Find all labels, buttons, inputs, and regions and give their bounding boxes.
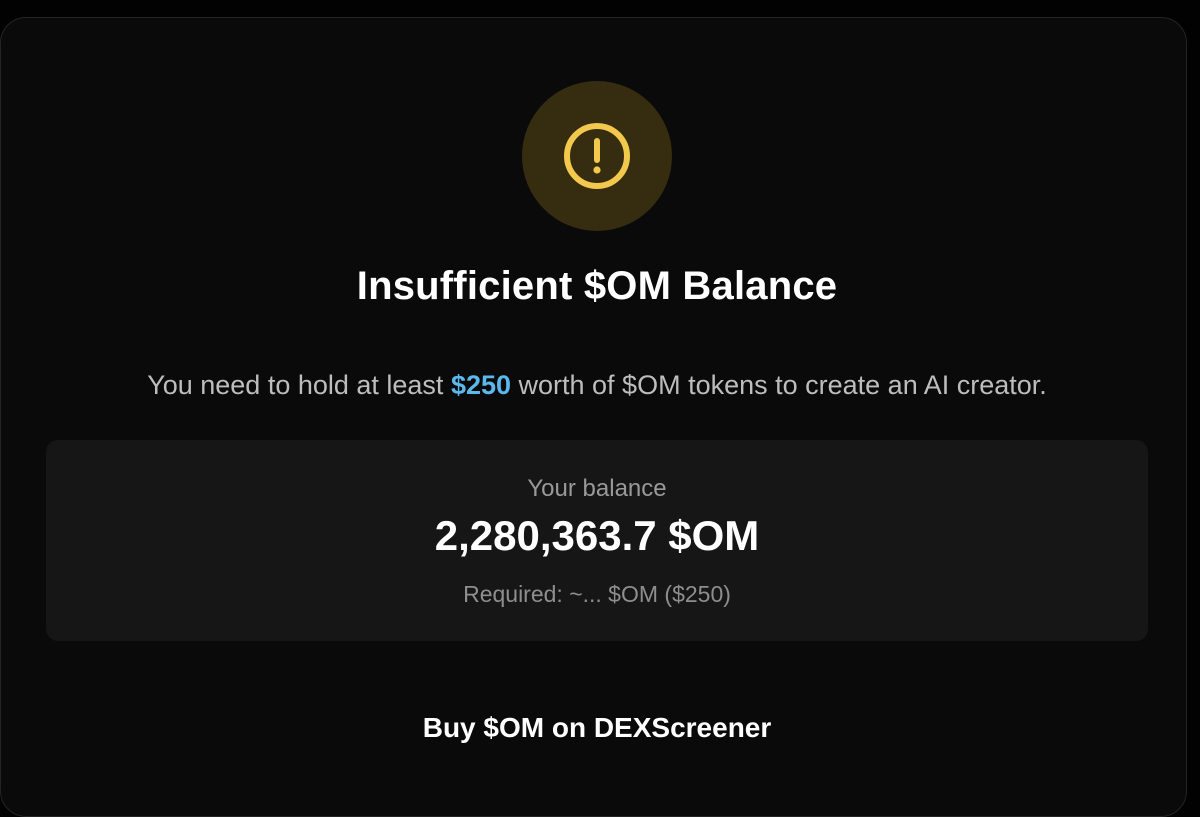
buy-om-button[interactable]: Buy $OM on DEXScreener [397,698,797,758]
balance-value: 2,280,363.7 $OM [434,512,760,559]
description-text-after: worth of $OM tokens to create an AI crea… [511,370,1047,400]
required-amount-text: Required: ~... $OM ($250) [463,581,731,607]
balance-card: Your balance 2,280,363.7 $OM Required: ~… [46,440,1148,641]
modal-title: Insufficient $OM Balance [356,264,838,308]
requirement-description: You need to hold at least $250 worth of … [1,370,1193,401]
required-amount: $250 [450,370,512,400]
warning-circle-icon [564,123,630,189]
warning-icon-container [522,81,672,231]
balance-label: Your balance [527,475,667,502]
insufficient-balance-modal: Insufficient $OM Balance You need to hol… [0,17,1187,817]
description-text-before: You need to hold at least [147,370,451,400]
